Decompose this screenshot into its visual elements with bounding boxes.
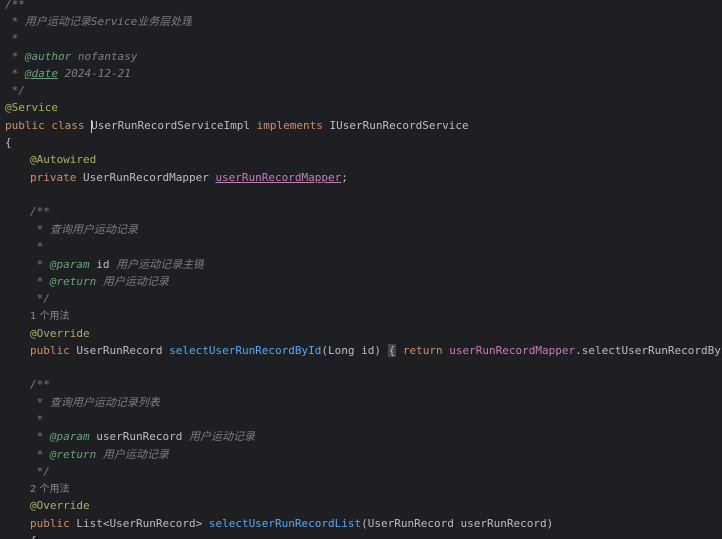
keyword: return bbox=[402, 344, 443, 357]
method-params: (Long id) bbox=[321, 344, 388, 357]
code-line[interactable]: * @return 用户运动记录 bbox=[30, 273, 169, 290]
method-call: .selectUserRunRecordById(id); bbox=[575, 344, 722, 357]
code-line[interactable]: * @param id 用户运动记录主键 bbox=[30, 256, 205, 273]
code-line[interactable]: * @param userRunRecord 用户运动记录 bbox=[30, 428, 255, 445]
comment-text: * bbox=[30, 240, 44, 253]
comment-text: * bbox=[30, 448, 50, 461]
comment-text: * 查询用户运动记录列表 bbox=[30, 396, 160, 409]
comment-text: /** bbox=[5, 0, 25, 11]
code-line[interactable]: @Autowired bbox=[30, 151, 96, 168]
doc-tag: @param bbox=[49, 430, 90, 443]
code-line[interactable]: @Service bbox=[5, 99, 58, 116]
return-type: UserRunRecord bbox=[69, 344, 170, 357]
doc-tag: @return bbox=[49, 275, 97, 288]
comment-text: /** bbox=[30, 378, 50, 391]
keyword: public bbox=[30, 344, 70, 357]
comment-text: */ bbox=[5, 84, 25, 97]
code-line[interactable]: /** bbox=[30, 203, 50, 220]
semicolon: ; bbox=[341, 171, 348, 184]
code-line[interactable]: * @return 用户运动记录 bbox=[30, 446, 169, 463]
keyword: private bbox=[30, 171, 77, 184]
comment-text: 用户运动记录主键 bbox=[109, 258, 205, 271]
comment-text: * 用户运动记录Service业务层处理 bbox=[5, 15, 193, 28]
code-line[interactable]: /** bbox=[5, 0, 25, 13]
comment-text: * bbox=[30, 258, 50, 271]
param-name: id bbox=[89, 258, 110, 271]
code-line[interactable]: */ bbox=[5, 82, 25, 99]
comment-text: 用户运动记录 bbox=[96, 275, 169, 288]
comment-text: /** bbox=[30, 205, 50, 218]
annotation: @Override bbox=[30, 327, 90, 340]
return-type: List<UserRunRecord> bbox=[69, 517, 209, 530]
param-name: userRunRecord bbox=[89, 430, 183, 443]
keyword: public bbox=[30, 517, 70, 530]
comment-text: 用户运动记录 bbox=[96, 448, 169, 461]
comment-text: * bbox=[30, 413, 44, 426]
code-line-class-declaration[interactable]: public class UserRunRecordServiceImpl im… bbox=[5, 117, 469, 134]
code-line[interactable]: * bbox=[5, 30, 19, 47]
code-line[interactable]: { bbox=[30, 532, 37, 539]
comment-text: * bbox=[5, 32, 19, 45]
comment-text: * 查询用户运动记录 bbox=[30, 223, 138, 236]
comment-text: * bbox=[5, 50, 25, 63]
annotation: @Service bbox=[5, 101, 58, 114]
code-line[interactable]: * 查询用户运动记录列表 bbox=[30, 394, 160, 411]
code-line[interactable]: * @date 2024-12-21 bbox=[5, 65, 131, 82]
comment-text: 2024-12-21 bbox=[58, 67, 131, 80]
code-line[interactable]: */ bbox=[30, 290, 50, 307]
code-line[interactable]: * 用户运动记录Service业务层处理 bbox=[5, 13, 193, 30]
code-line[interactable]: private UserRunRecordMapper userRunRecor… bbox=[30, 169, 348, 186]
doc-tag: @author bbox=[24, 50, 72, 63]
doc-tag: @param bbox=[49, 258, 90, 271]
doc-tag: @date bbox=[24, 67, 58, 80]
comment-text: * bbox=[5, 67, 25, 80]
usages-hint-text: 1 个用法 bbox=[30, 311, 70, 322]
interface-name: IUserRunRecordService bbox=[329, 119, 469, 132]
brace: { bbox=[30, 534, 37, 539]
code-line[interactable]: */ bbox=[30, 463, 50, 480]
comment-text: */ bbox=[30, 465, 50, 478]
keyword: class bbox=[44, 119, 92, 132]
brace: { bbox=[5, 136, 12, 149]
usages-hint-text: 2 个用法 bbox=[30, 484, 70, 495]
keyword: implements bbox=[250, 119, 330, 132]
code-line-method-select-by-id[interactable]: public UserRunRecord selectUserRunRecord… bbox=[30, 342, 722, 359]
folded-region-marker[interactable]: { bbox=[387, 344, 397, 357]
field-name: userRunRecordMapper bbox=[215, 171, 342, 184]
comment-text: * bbox=[30, 430, 50, 443]
annotation: @Override bbox=[30, 499, 90, 512]
code-line-method-select-list[interactable]: public List<UserRunRecord> selectUserRun… bbox=[30, 515, 553, 532]
code-line[interactable]: { bbox=[5, 134, 12, 151]
method-name: selectUserRunRecordList bbox=[208, 517, 362, 530]
method-params: (UserRunRecord userRunRecord) bbox=[361, 517, 554, 530]
usages-hint[interactable]: 2 个用法 bbox=[30, 480, 70, 497]
comment-text: * bbox=[30, 275, 50, 288]
class-name: UserRunRecordServiceImpl bbox=[91, 119, 251, 132]
doc-tag: @return bbox=[49, 448, 97, 461]
code-line[interactable]: @Override bbox=[30, 325, 90, 342]
comment-text: nofantasy bbox=[71, 50, 138, 63]
code-line[interactable]: * bbox=[30, 411, 44, 428]
keyword: public bbox=[5, 119, 45, 132]
code-line[interactable]: * 查询用户运动记录 bbox=[30, 221, 138, 238]
method-name: selectUserRunRecordById bbox=[169, 344, 322, 357]
code-line[interactable]: /** bbox=[30, 376, 50, 393]
usages-hint[interactable]: 1 个用法 bbox=[30, 307, 70, 324]
code-line[interactable]: * bbox=[30, 238, 44, 255]
field-type: UserRunRecordMapper bbox=[76, 171, 216, 184]
code-editor[interactable]: /** * 用户运动记录Service业务层处理 * * @author nof… bbox=[0, 0, 722, 539]
code-line[interactable]: @Override bbox=[30, 497, 90, 514]
comment-text: */ bbox=[30, 292, 50, 305]
annotation: @Autowired bbox=[30, 153, 97, 166]
code-line[interactable]: * @author nofantasy bbox=[5, 48, 138, 65]
comment-text: 用户运动记录 bbox=[182, 430, 255, 443]
field-reference: userRunRecordMapper bbox=[449, 344, 576, 357]
